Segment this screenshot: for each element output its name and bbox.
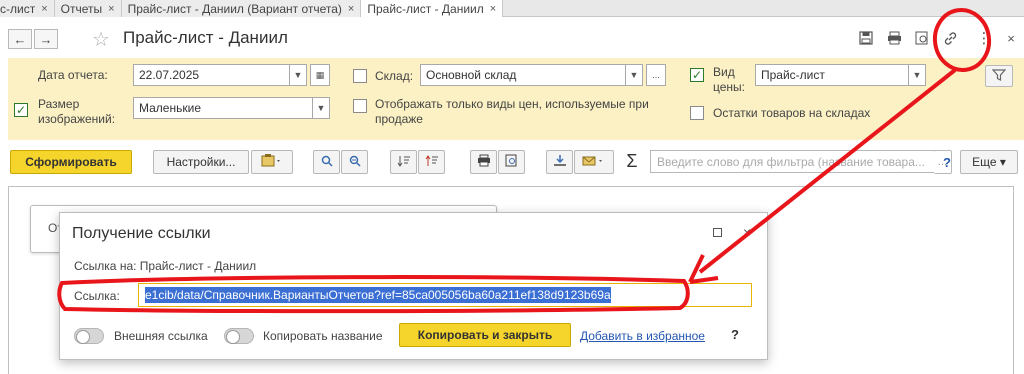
- image-size-checkbox[interactable]: ✓: [14, 103, 28, 117]
- collapse-button[interactable]: [390, 150, 417, 174]
- link-field-label: Ссылка:: [74, 289, 120, 303]
- copy-and-close-button[interactable]: Копировать и закрыть: [399, 323, 571, 347]
- price-types-label-line2: продаже: [375, 112, 423, 126]
- external-link-label: Внешняя ссылка: [114, 329, 208, 343]
- tab-bar: с-лист × Отчеты × Прайс-лист - Даниил (В…: [0, 0, 1024, 17]
- copy-name-label: Копировать название: [263, 329, 383, 343]
- close-icon[interactable]: ×: [348, 3, 354, 15]
- chevron-down-icon[interactable]: ▼: [908, 64, 926, 86]
- tab-label: Прайс-лист - Даниил: [367, 1, 484, 16]
- search-next-button[interactable]: [341, 150, 368, 174]
- stock-checkbox[interactable]: [690, 106, 704, 120]
- tab-label: с-лист: [0, 1, 36, 16]
- price-kind-checkbox[interactable]: ✓: [690, 68, 704, 82]
- save-icon[interactable]: [858, 30, 874, 46]
- external-link-toggle[interactable]: [74, 328, 104, 344]
- page-title: Прайс-лист - Даниил: [123, 28, 288, 47]
- print-icon: [477, 154, 491, 170]
- star-icon[interactable]: ☆: [92, 27, 110, 52]
- close-icon[interactable]: ×: [490, 3, 496, 15]
- filter-search-input[interactable]: Введите слово для фильтра (название това…: [650, 150, 935, 173]
- sort-up-icon: [425, 154, 439, 170]
- download-icon: [553, 154, 567, 170]
- close-icon[interactable]: ×: [41, 3, 47, 15]
- price-kind-label-line2: цены:: [713, 80, 745, 94]
- price-kind-label: Вид цены:: [713, 65, 745, 95]
- report-variants-icon: [261, 153, 283, 171]
- add-to-favorites-link[interactable]: Добавить в избранное: [580, 329, 705, 343]
- stock-label: Остатки товаров на складах: [713, 106, 871, 120]
- filter-icon: [991, 68, 1007, 84]
- image-size-label: Размер изображений:: [38, 97, 115, 127]
- search-icon: [321, 155, 333, 170]
- more-menu-icon[interactable]: ⋮: [976, 30, 992, 47]
- back-button[interactable]: ←: [8, 29, 32, 49]
- price-types-label: Отображать только виды цен, используемые…: [375, 97, 649, 127]
- preview-button[interactable]: [498, 150, 525, 174]
- tab-label: Отчеты: [60, 1, 103, 16]
- preview-icon: [505, 154, 518, 170]
- help-icon[interactable]: ?: [731, 327, 739, 342]
- close-icon[interactable]: ×: [1003, 30, 1019, 46]
- warehouse-choose-button[interactable]: ...: [646, 64, 666, 86]
- variants-button[interactable]: [251, 150, 293, 174]
- price-types-label-line1: Отображать только виды цен, используемые…: [375, 97, 649, 111]
- tab-reports[interactable]: Отчеты ×: [54, 0, 122, 17]
- chevron-down-icon[interactable]: ▼: [312, 97, 330, 119]
- calendar-icon[interactable]: ▦: [310, 64, 330, 86]
- warehouse-label: Склад:: [375, 69, 414, 83]
- link-value-selected: e1cib/data/Справочник.ВариантыОтчетов?re…: [145, 287, 611, 303]
- chevron-down-icon[interactable]: ▼: [289, 64, 307, 86]
- link-field[interactable]: e1cib/data/Справочник.ВариантыОтчетов?re…: [138, 283, 752, 307]
- tab-price-list-partial[interactable]: с-лист ×: [0, 0, 55, 17]
- close-icon[interactable]: ×: [743, 224, 751, 240]
- report-date-field[interactable]: 22.07.2025: [133, 64, 290, 86]
- tab-report-variant[interactable]: Прайс-лист - Даниил (Вариант отчета) ×: [121, 0, 362, 17]
- settings-button[interactable]: Настройки...: [153, 150, 249, 174]
- maximize-icon[interactable]: [713, 228, 722, 237]
- chevron-down-icon[interactable]: ▼: [625, 64, 643, 86]
- warehouse-select[interactable]: Основной склад: [420, 64, 626, 86]
- image-size-select[interactable]: Маленькие: [133, 97, 313, 119]
- forward-button[interactable]: →: [34, 29, 58, 49]
- tab-label: Прайс-лист - Даниил (Вариант отчета): [127, 1, 342, 16]
- help-icon[interactable]: ?: [939, 154, 955, 170]
- arrow-right-icon: →: [39, 31, 53, 47]
- price-kind-label-line1: Вид: [713, 65, 735, 79]
- expand-button[interactable]: [418, 150, 445, 174]
- more-button[interactable]: Еще ▾: [960, 150, 1018, 174]
- filter-button[interactable]: [985, 65, 1013, 87]
- sum-icon[interactable]: Σ: [624, 151, 640, 171]
- print-icon[interactable]: [886, 30, 902, 46]
- search-next-icon: [348, 155, 361, 170]
- copy-name-toggle[interactable]: [224, 328, 254, 344]
- image-size-label-line2: изображений:: [38, 112, 116, 126]
- arrow-left-icon: ←: [13, 31, 27, 47]
- warehouse-checkbox[interactable]: [353, 69, 367, 83]
- price-kind-select[interactable]: Прайс-лист: [755, 64, 909, 86]
- dialog-title: Получение ссылки: [72, 225, 211, 242]
- envelope-icon: [582, 155, 606, 170]
- search-button[interactable]: [313, 150, 340, 174]
- report-date-label: Дата отчета:: [38, 68, 108, 82]
- image-size-label-line1: Размер: [38, 97, 80, 111]
- sort-down-icon: [397, 155, 411, 170]
- generate-button[interactable]: Сформировать: [10, 150, 132, 174]
- link-icon[interactable]: [942, 30, 958, 46]
- price-types-checkbox[interactable]: [353, 99, 367, 113]
- link-target-label: Ссылка на: Прайс-лист - Даниил: [74, 259, 257, 273]
- close-icon[interactable]: ×: [108, 3, 114, 15]
- send-email-button[interactable]: [574, 150, 614, 174]
- preview-icon[interactable]: [914, 30, 930, 46]
- tab-price-list[interactable]: Прайс-лист - Даниил ×: [361, 0, 504, 17]
- print-button[interactable]: [470, 150, 497, 174]
- save-file-button[interactable]: [546, 150, 573, 174]
